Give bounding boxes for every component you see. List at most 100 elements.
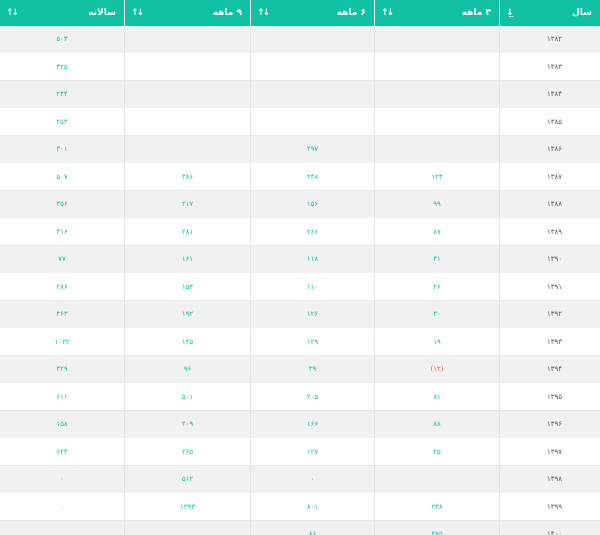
column-header-annual-label: سالانه: [88, 7, 116, 18]
sort-arrows-icon[interactable]: ↓↑: [6, 8, 19, 18]
cell-year: ۱۳۹۳: [499, 328, 600, 356]
cell-q6: ۸۰۱: [250, 493, 374, 521]
cell-q9: ۹۶: [124, 356, 250, 384]
column-header-q6[interactable]: ۶ ماهه ↓↑: [250, 0, 374, 26]
cell-q3: [374, 26, 499, 54]
cell-q3: ۱۹: [374, 328, 499, 356]
cell-year: ۱۳۹۵: [499, 383, 600, 411]
column-header-year-label: سال: [571, 7, 592, 18]
table-row: ۱۳۸۴ ۲۴۴: [0, 81, 600, 109]
cell-q9: ۱۹۲: [124, 301, 250, 329]
cell-year: ۱۳۸۵: [499, 108, 600, 136]
table-row: ۱۳۸۶ ۲۹۷ ۳۰۱: [0, 136, 600, 164]
cell-annual: ۳۲۵: [0, 53, 124, 81]
sort-arrows-icon[interactable]: ↓↑: [381, 8, 394, 18]
cell-annual: ۳۱۶: [0, 218, 124, 246]
cell-annual: [0, 521, 124, 535]
cell-annual: ۳۵۶: [0, 191, 124, 219]
cell-q6: ۲۹۷: [250, 136, 374, 164]
sort-arrows-icon[interactable]: ↓↑: [257, 8, 270, 18]
cell-q9: ۲۱۷: [124, 191, 250, 219]
column-header-year[interactable]: سال ↓̲: [499, 0, 600, 26]
cell-q3: ۸۸: [374, 411, 499, 439]
cell-q3: [374, 81, 499, 109]
column-header-q3[interactable]: ۳ ماهه ↓↑: [374, 0, 499, 26]
cell-q6: ۱۵۶: [250, 191, 374, 219]
cell-year: ۱۳۸۳: [499, 53, 600, 81]
cell-q6: ۱۲۶: [250, 301, 374, 329]
cell-year: ۱۳۸۹: [499, 218, 600, 246]
cell-annual: ۲۸۶: [0, 273, 124, 301]
table-row: ۱۳۹۴ (۱۲) ۳۹ ۹۶ ۴۲۹: [0, 356, 600, 384]
cell-year: ۱۳۹۷: [499, 438, 600, 466]
table-row: ۱۳۸۵ ۲۵۳: [0, 108, 600, 136]
eps-table: سال ↓̲ ۳ ماهه ↓↑ ۶ ماهه ↓↑ ۹ ماهه ↓↑ سال…: [0, 0, 600, 535]
column-header-q6-label: ۶ ماهه: [336, 7, 366, 18]
cell-year: ۱۳۹۲: [499, 301, 600, 329]
cell-q6: ۳۹: [250, 356, 374, 384]
cell-q9: ۲۰۹: [124, 411, 250, 439]
cell-year: ۱۳۸۴: [499, 81, 600, 109]
table-row: ۱۳۹۱ ۲۶ ۱۱۰ ۱۵۳ ۲۸۶: [0, 273, 600, 301]
column-header-q3-label: ۳ ماهه: [461, 7, 491, 18]
cell-annual: ۲۵۳: [0, 108, 124, 136]
cell-q6: ۰: [250, 466, 374, 494]
cell-q9: ۲۸۱: [124, 218, 250, 246]
cell-q3: ۸۱: [374, 383, 499, 411]
table-header: سال ↓̲ ۳ ماهه ↓↑ ۶ ماهه ↓↑ ۹ ماهه ↓↑ سال…: [0, 0, 600, 26]
cell-q3: ۲۴۸: [374, 493, 499, 521]
column-header-q9-label: ۹ ماهه: [212, 7, 242, 18]
table-row: ۱۳۹۰ ۴۱ ۱۱۸ ۱۶۱ ۷۷: [0, 246, 600, 274]
cell-q9: ۱۲۹۳: [124, 493, 250, 521]
cell-q3: ۱۲۴: [374, 163, 499, 191]
cell-year: ۱۳۹۶: [499, 411, 600, 439]
cell-q3: ۴۱: [374, 246, 499, 274]
cell-annual: ۱۰۲۲: [0, 328, 124, 356]
cell-annual: ۴۲۹: [0, 356, 124, 384]
cell-q6: [250, 26, 374, 54]
cell-year: ۱۳۹۴: [499, 356, 600, 384]
cell-year: ۱۳۹۰: [499, 246, 600, 274]
table-row: ۱۳۹۶ ۸۸ ۱۶۶ ۲۰۹ ۱۵۸: [0, 411, 600, 439]
cell-year: ۱۴۰۰: [499, 521, 600, 535]
table-row: ۱۳۸۳ ۳۲۵: [0, 53, 600, 81]
cell-q9: [124, 81, 250, 109]
cell-q3: ۹۹: [374, 191, 499, 219]
cell-q3: [374, 466, 499, 494]
cell-year: ۱۳۹۸: [499, 466, 600, 494]
column-header-annual[interactable]: سالانه ↓↑: [0, 0, 124, 26]
cell-q6: [250, 81, 374, 109]
column-header-q9[interactable]: ۹ ماهه ↓↑: [124, 0, 250, 26]
table-row: ۱۳۸۹ ۸۷ ۲۶۶ ۲۸۱ ۳۱۶: [0, 218, 600, 246]
cell-q6: ۱۱۰: [250, 273, 374, 301]
cell-year: ۱۳۹۱: [499, 273, 600, 301]
cell-annual: ۶۱۱: [0, 383, 124, 411]
table-row: ۱۳۹۵ ۸۱ ۲۰۵ ۵۰۱ ۶۱۱: [0, 383, 600, 411]
sort-arrows-icon[interactable]: ↓↑: [131, 8, 144, 18]
cell-annual: ۱۵۸: [0, 411, 124, 439]
cell-q9: ۱۴۵: [124, 328, 250, 356]
cell-q3: (۱۲): [374, 356, 499, 384]
cell-annual: ۶۲۳: [0, 438, 124, 466]
cell-year: ۱۳۸۷: [499, 163, 600, 191]
cell-annual: ۴۶۳: [0, 301, 124, 329]
cell-q6: [250, 108, 374, 136]
cell-q9: ۵۰۱: [124, 383, 250, 411]
cell-q9: [124, 53, 250, 81]
sort-numeric-icon[interactable]: ↓̲: [506, 8, 513, 18]
cell-q9: ۱۶۱: [124, 246, 250, 274]
cell-year: ۱۳۸۲: [499, 26, 600, 54]
table-body: ۱۳۸۲ ۵۰۳ ۱۳۸۳ ۳۲۵ ۱۳۸۴ ۲۴۴ ۱۳۸۵ ۲۵۳ ۱۳۸۶ ۲۹۷ ۳۰۱ ۱۳…: [0, 26, 600, 535]
cell-q9: ۵۱۲: [124, 466, 250, 494]
cell-q3: ۲۵: [374, 438, 499, 466]
table-row: ۱۳۹۹ ۲۴۸ ۸۰۱ ۱۲۹۳ ۰: [0, 493, 600, 521]
cell-annual: ۳۰۱: [0, 136, 124, 164]
cell-q3: ۲۶: [374, 273, 499, 301]
cell-q9: [124, 521, 250, 535]
cell-q3: [374, 53, 499, 81]
cell-annual: ۰: [0, 466, 124, 494]
cell-annual: ۰: [0, 493, 124, 521]
cell-q6: ۱۱۸: [250, 246, 374, 274]
table-row: ۱۳۹۲ ۳۰ ۱۲۶ ۱۹۲ ۴۶۳: [0, 301, 600, 329]
cell-annual: ۲۴۴: [0, 81, 124, 109]
